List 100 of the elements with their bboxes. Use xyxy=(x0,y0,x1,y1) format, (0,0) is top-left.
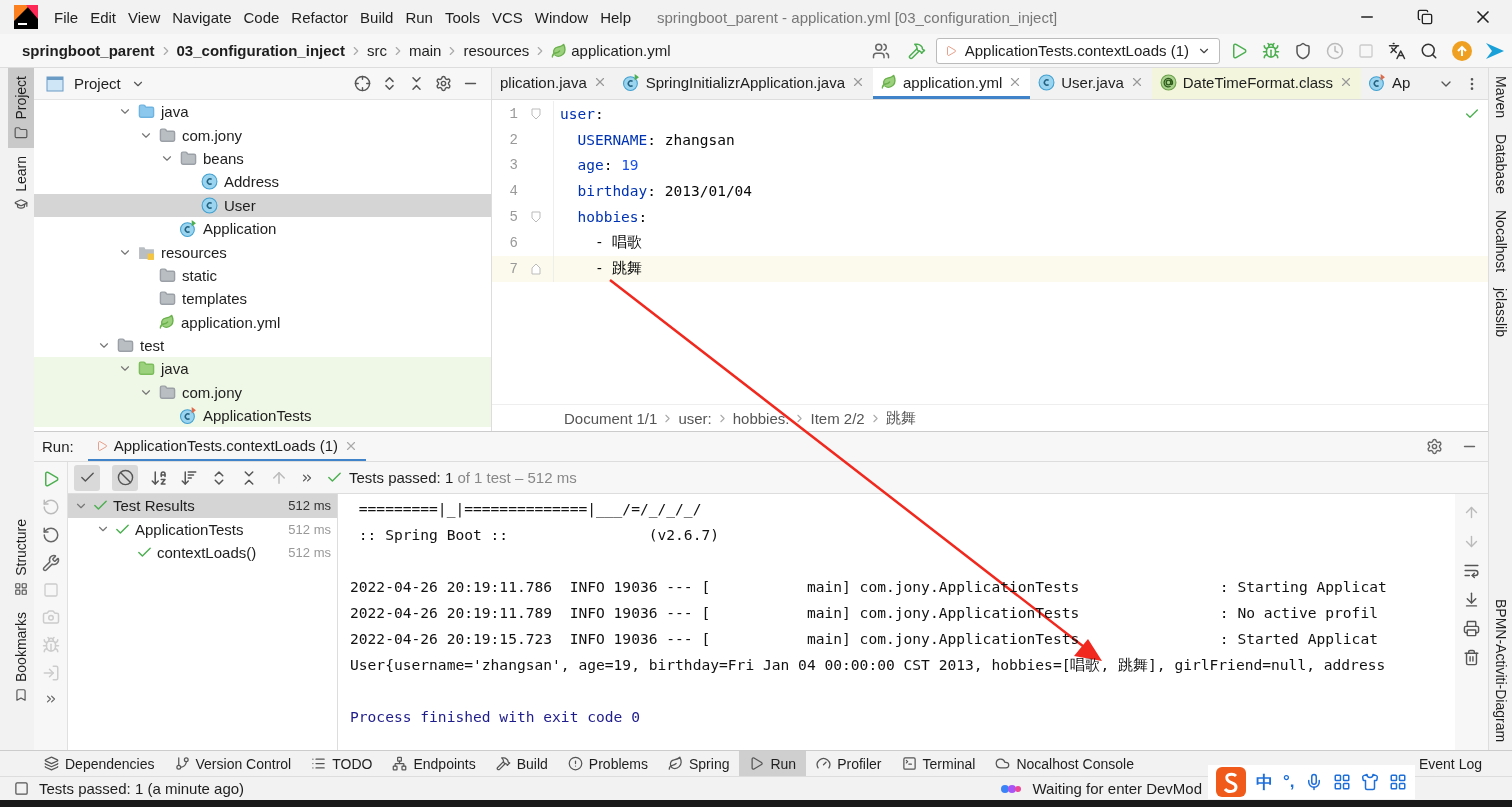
show-ignored-toggle[interactable] xyxy=(112,464,138,491)
menu-item[interactable]: VCS xyxy=(485,8,529,26)
breadcrumb[interactable]: resources xyxy=(463,42,530,59)
tool-window-tab[interactable]: Run xyxy=(739,751,807,776)
update-icon[interactable] xyxy=(1452,40,1472,61)
menu-item[interactable]: File xyxy=(48,8,85,26)
breadcrumb[interactable]: application.yml xyxy=(571,42,671,59)
menu-item[interactable]: Refactor xyxy=(285,8,355,26)
tool-window-tab[interactable]: Build xyxy=(485,751,558,776)
tool-window-tab[interactable]: Spring xyxy=(658,751,740,776)
skin-icon[interactable] xyxy=(1360,773,1379,791)
tree-item[interactable]: Address xyxy=(34,170,491,194)
tree-item[interactable]: beans xyxy=(34,146,491,171)
editor-tab[interactable]: User.java xyxy=(1030,68,1152,99)
tool-window-button[interactable]: Maven xyxy=(1489,68,1512,127)
tool-window-button[interactable]: Database xyxy=(1489,126,1512,202)
tool-window-button[interactable]: Nocalhost xyxy=(1489,201,1512,281)
breadcrumb[interactable]: Document 1/1 xyxy=(564,409,658,427)
scroll-to-end-icon[interactable] xyxy=(1463,591,1480,608)
tree-item[interactable]: java xyxy=(34,357,491,381)
run-configuration-dropdown[interactable]: ApplicationTests.contextLoads (1) xyxy=(935,37,1220,64)
tree-item[interactable]: java xyxy=(34,100,491,124)
menu-item[interactable]: Build xyxy=(354,8,400,26)
hammer-icon xyxy=(495,756,511,771)
breadcrumb[interactable]: 03_configuration_inject xyxy=(176,42,345,59)
sort-alpha-icon[interactable] xyxy=(150,468,168,487)
ime-logo-icon[interactable] xyxy=(1216,767,1246,797)
tool-window-button[interactable]: Structure xyxy=(8,511,34,604)
show-passed-toggle[interactable] xyxy=(74,464,100,491)
settings-icon[interactable] xyxy=(435,75,452,92)
panel-title[interactable]: Project xyxy=(74,75,121,92)
tool-window-tab[interactable]: TODO xyxy=(301,751,383,776)
wrench-icon[interactable] xyxy=(41,554,60,572)
tree-item[interactable]: test xyxy=(34,333,491,358)
run-icon[interactable] xyxy=(1230,41,1248,60)
hammer-icon[interactable] xyxy=(907,41,926,60)
print-icon[interactable] xyxy=(1463,620,1480,637)
restore-icon[interactable] xyxy=(1417,9,1433,25)
editor-tab[interactable]: plication.java xyxy=(492,68,615,99)
tool-window-button[interactable]: Learn xyxy=(8,147,34,220)
input-mode[interactable]: 中 xyxy=(1256,770,1273,794)
tree-item[interactable]: templates xyxy=(34,287,491,311)
tool-window-button[interactable]: jclasslib xyxy=(1489,280,1512,346)
editor-tab[interactable]: application.yml xyxy=(873,68,1031,99)
tool-window-tab[interactable]: Problems xyxy=(557,751,658,776)
tool-window-tab[interactable]: Profiler xyxy=(806,751,892,776)
tool-window-button[interactable]: Project xyxy=(8,68,34,148)
tree-item[interactable]: resources xyxy=(34,240,491,264)
tree-item[interactable]: ApplicationTests xyxy=(34,404,491,428)
menu-item[interactable]: Navigate xyxy=(166,8,238,26)
sort-duration-icon[interactable] xyxy=(180,468,198,487)
breadcrumb[interactable]: main xyxy=(408,42,442,59)
translate-icon[interactable] xyxy=(1388,41,1406,60)
code-token: birthday xyxy=(576,183,648,200)
menu-item[interactable]: Run xyxy=(399,8,439,26)
line-number: 2 xyxy=(508,131,518,148)
menu-item[interactable]: Window xyxy=(528,8,595,26)
tree-item[interactable]: static xyxy=(34,263,491,288)
tree-item[interactable]: com.jony xyxy=(34,380,491,405)
tool-window-tab[interactable]: Terminal xyxy=(891,751,986,776)
punctuation-mode[interactable]: °, xyxy=(1283,772,1295,792)
menu-item[interactable]: View xyxy=(122,8,167,26)
breadcrumb[interactable]: 跳舞 xyxy=(885,408,916,428)
menu-item[interactable]: Code xyxy=(237,8,286,26)
menu-item[interactable]: Edit xyxy=(84,8,123,26)
breadcrumb[interactable]: springboot_parent xyxy=(22,42,155,59)
editor-tab[interactable]: Ap xyxy=(1361,68,1419,99)
tree-item[interactable]: User xyxy=(34,193,491,217)
soft-wrap-icon[interactable] xyxy=(1463,562,1480,579)
menu-item[interactable]: Help xyxy=(594,8,638,26)
breadcrumb[interactable]: hobbies: xyxy=(732,409,790,427)
test-result-item[interactable]: Test Results 512 ms xyxy=(68,494,337,518)
tool-window-tab[interactable]: Dependencies xyxy=(34,751,165,776)
tool-window-button[interactable]: Bookmarks xyxy=(8,603,34,710)
window-icon xyxy=(46,75,64,92)
run-tab[interactable]: ApplicationTests.contextLoads (1) xyxy=(87,432,366,461)
tool-window-tab[interactable]: Version Control xyxy=(164,751,302,776)
breadcrumb[interactable]: src xyxy=(366,42,387,59)
settings-icon[interactable] xyxy=(1426,438,1443,455)
event-log-tab[interactable]: Event Log xyxy=(1408,751,1512,776)
tree-item[interactable]: com.jony xyxy=(34,123,491,147)
trash-icon[interactable] xyxy=(1463,649,1480,666)
user-icon[interactable] xyxy=(871,41,890,60)
debug-icon[interactable] xyxy=(1262,41,1280,60)
breadcrumb[interactable]: user: xyxy=(678,409,712,427)
tool-window-tab[interactable]: Endpoints xyxy=(382,751,486,776)
tool-window-button[interactable]: BPMN-Activiti-Diagram xyxy=(1489,590,1512,750)
editor-tab[interactable]: SpringInitializrApplication.java xyxy=(614,68,873,99)
locate-icon[interactable] xyxy=(354,75,371,92)
breadcrumb[interactable]: Item 2/2 xyxy=(810,409,865,427)
menu-item[interactable]: Tools xyxy=(438,8,486,26)
test-result-item[interactable]: contextLoads() 512 ms xyxy=(68,541,337,565)
tool-window-tab[interactable]: Nocalhost Console xyxy=(985,751,1144,776)
tree-item[interactable]: application.yml xyxy=(34,310,491,334)
editor-tab[interactable]: DateTimeFormat.class xyxy=(1151,68,1362,99)
test-result-item[interactable]: ApplicationTests 512 ms xyxy=(68,517,337,541)
code-token: : zhangsan xyxy=(647,131,735,148)
search-icon[interactable] xyxy=(1420,41,1438,60)
tree-item[interactable]: Application xyxy=(34,216,491,241)
plugin-logo-icon[interactable] xyxy=(1486,40,1504,61)
